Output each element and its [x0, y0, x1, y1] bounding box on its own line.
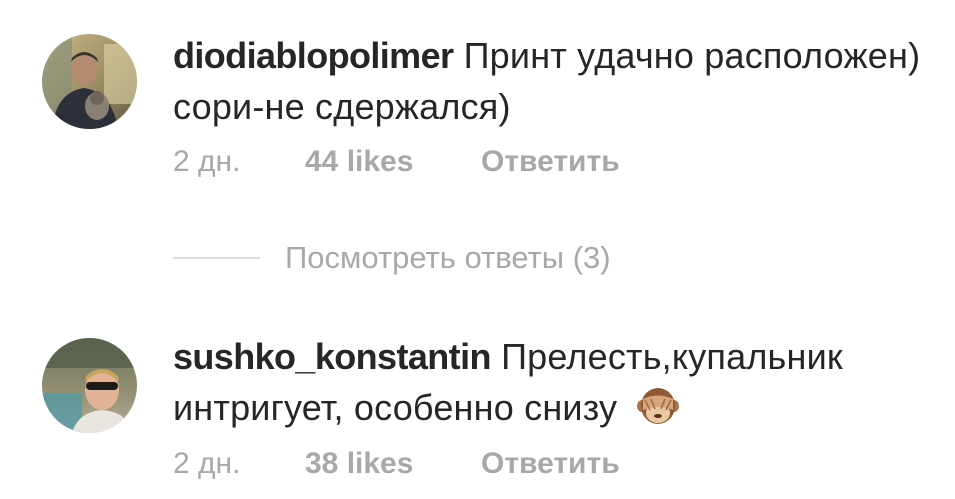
comment-item: sushko_konstantin Прелесть,купальник инт… — [0, 300, 955, 499]
divider-line — [173, 257, 260, 259]
reply-button[interactable]: Ответить — [481, 142, 620, 182]
comment-text: sushko_konstantin Прелесть,купальник инт… — [173, 331, 933, 439]
comment-text: diodiablopolimer Принт удачно расположен… — [173, 30, 933, 132]
comment-username[interactable]: sushko_konstantin — [173, 336, 491, 377]
comment-likes[interactable]: 44 likes — [305, 142, 413, 182]
comment-likes[interactable]: 38 likes — [305, 444, 413, 484]
avatar[interactable] — [42, 34, 137, 129]
view-replies-label[interactable]: Посмотреть ответы (3) — [285, 238, 611, 278]
comment-item: diodiablopolimer Принт удачно расположен… — [0, 0, 955, 200]
reply-button[interactable]: Ответить — [481, 444, 620, 484]
comment-username[interactable]: diodiablopolimer — [173, 35, 454, 76]
comment-time: 2 дн. — [173, 447, 241, 480]
comment-time: 2 дн. — [173, 145, 241, 178]
see-no-evil-monkey-icon — [637, 386, 680, 439]
avatar[interactable] — [42, 338, 137, 433]
